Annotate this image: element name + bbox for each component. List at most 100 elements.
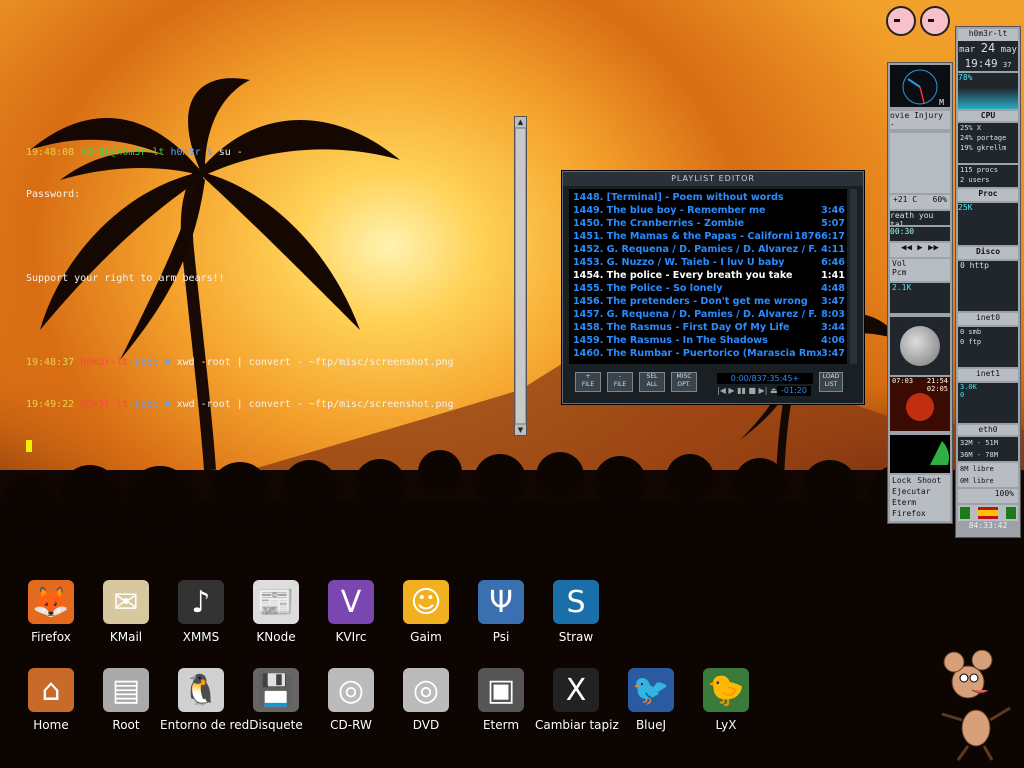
clock-dockapp[interactable]: M bbox=[890, 65, 950, 107]
desktop-icon-firefox[interactable]: 🦊 Firefox bbox=[10, 580, 92, 644]
playlist-item[interactable]: 1451. The Mamas & the Papas - Californi.… bbox=[573, 230, 847, 243]
launcher-menu-item[interactable]: Eterm bbox=[892, 498, 916, 507]
playlist-item-duration: 18766:17 bbox=[794, 231, 845, 242]
terminal-output[interactable]: 19:48:08 h0m3r@h0m3r-lt h0m3r $ su - Pas… bbox=[26, 118, 516, 452]
launcher-menu-item[interactable]: Firefox bbox=[892, 509, 926, 518]
playlist-scrollbar[interactable] bbox=[850, 189, 857, 364]
playlist-item[interactable]: 1452. G. Requena / D. Pamies / D. Alvare… bbox=[573, 243, 847, 256]
desktop-icon-root[interactable]: ▤ Root bbox=[85, 668, 167, 732]
desktop-icon-home[interactable]: ⌂ Home bbox=[10, 668, 92, 732]
desktop-icon-cd-rw[interactable]: ◎ CD-RW bbox=[310, 668, 392, 732]
playlist-item[interactable]: 1458. The Rasmus - First Day Of My Life 3… bbox=[573, 321, 847, 334]
playlist-item-duration: 4:48 bbox=[821, 283, 845, 294]
inet0-label: inet0 bbox=[958, 313, 1018, 325]
playlist-mini-controls[interactable]: |◀ ▶ ▮▮ ■ ▶| ⏏ bbox=[717, 386, 777, 395]
launcher-menu-item[interactable]: Ejecutar bbox=[892, 487, 931, 496]
proc-value: 25K bbox=[958, 203, 973, 212]
desktop-icon-dvd[interactable]: ◎ DVD bbox=[385, 668, 467, 732]
playlist-item-duration: 3:46 bbox=[821, 205, 845, 216]
xmms-icon: ♪ bbox=[178, 580, 224, 624]
desktop-icon-xmms[interactable]: ♪ XMMS bbox=[160, 580, 242, 644]
free-space: 8M libre 0M libre bbox=[958, 463, 1018, 487]
playlist-item[interactable]: 1459. The Rasmus - In The Shadows 4:06 bbox=[573, 334, 847, 347]
load-list-button[interactable]: LOAD LIST bbox=[819, 372, 843, 392]
pie-dockapp bbox=[890, 435, 950, 473]
playlist-item[interactable]: 1460. The Rumbar - Puertorico (Marascia … bbox=[573, 347, 847, 360]
scroll-down-arrow-icon[interactable]: ▼ bbox=[515, 425, 526, 435]
scrollbar-thumb[interactable] bbox=[516, 129, 525, 423]
desktop-icon-disquete[interactable]: 💾 Disquete bbox=[235, 668, 317, 732]
cambiar-tapiz-icon: X bbox=[553, 668, 599, 712]
desktop-icon-entorno-de-red[interactable]: 🐧 Entorno de red bbox=[160, 668, 250, 732]
playlist-button[interactable]: SEL ALL bbox=[639, 372, 665, 392]
net-rate: 2.1K bbox=[892, 283, 912, 292]
inet0-line: 0 smb bbox=[960, 328, 982, 336]
playlist-item[interactable]: 1450. The Cranberries - Zombie 5:07 bbox=[573, 217, 847, 230]
launcher-menu-item[interactable]: Shoot bbox=[917, 476, 941, 485]
playlist-buttons: + FILE - FILE SEL ALL MISC OPT. bbox=[575, 372, 697, 392]
inet0-line: 0 ftp bbox=[960, 338, 982, 346]
eye-icon bbox=[920, 6, 950, 36]
desktop-icon-psi[interactable]: Ψ Psi bbox=[460, 580, 542, 644]
playlist-item[interactable]: 1456. The pretenders - Don't get me wron… bbox=[573, 295, 847, 308]
playlist-item[interactable]: 1449. The blue boy - Remember me 3:46 bbox=[573, 204, 847, 217]
status-indicator-icon[interactable] bbox=[1006, 507, 1016, 519]
desktop-icon-label: KVIrc bbox=[335, 630, 367, 644]
desktop-icon-kmail[interactable]: ✉ KMail bbox=[85, 580, 167, 644]
playlist-item-duration: 6:46 bbox=[821, 257, 845, 268]
desktop-icon-kvirc[interactable]: V KVIrc bbox=[310, 580, 392, 644]
desktop-icon-label: Entorno de red bbox=[160, 718, 250, 732]
mouse-mascot-icon bbox=[941, 650, 1011, 761]
terminal-line: Support your right to arm bears!! bbox=[26, 273, 225, 284]
desktop-icon-eterm[interactable]: ▣ Eterm bbox=[460, 668, 542, 732]
cpu-process-line: 19% gkrellm bbox=[960, 144, 1007, 152]
playlist-title[interactable]: PLAYLIST EDITOR bbox=[563, 172, 863, 186]
playlist-item[interactable]: 1453. G. Nuzzo / W. Taieb - I luv U baby… bbox=[573, 256, 847, 269]
eye-icon bbox=[886, 6, 916, 36]
spanish-flag-icon[interactable] bbox=[978, 507, 998, 519]
playlist-item-title: 1449. The blue boy - Remember me bbox=[573, 205, 766, 216]
moon-phase-dockapp bbox=[890, 317, 950, 375]
player-dockapp[interactable] bbox=[890, 133, 950, 193]
playlist-button[interactable]: + FILE bbox=[575, 372, 601, 392]
dvd-icon: ◎ bbox=[403, 668, 449, 712]
desktop-icon-cambiar-tapiz[interactable]: X Cambiar tapiz bbox=[535, 668, 619, 732]
playlist-button[interactable]: MISC OPT. bbox=[671, 372, 697, 392]
hostname: h0m3r-lt bbox=[958, 29, 1018, 41]
desktop-icon-knode[interactable]: 📰 KNode bbox=[235, 580, 317, 644]
playlist-item-duration: 4:11 bbox=[821, 244, 845, 255]
elapsed-time: 00:30 bbox=[890, 227, 950, 241]
playlist-item[interactable]: 1457. G. Requena / D. Pamies / D. Alvare… bbox=[573, 308, 847, 321]
desktop-icon-bluej[interactable]: 🐦 BlueJ bbox=[610, 668, 692, 732]
desktop-icon-label: XMMS bbox=[182, 630, 220, 644]
player-controls[interactable]: ◀◀ ▶ ▶▶ bbox=[890, 243, 950, 257]
user-count: 2 users bbox=[960, 176, 990, 184]
playlist-list[interactable]: 1448. [Terminal] - Poem without words 144… bbox=[569, 189, 847, 364]
inet0-graph: 0 smb 0 ftp bbox=[958, 327, 1018, 367]
desktop-icon-gaim[interactable]: ☺ Gaim bbox=[385, 580, 467, 644]
playlist-remaining: -01:20 bbox=[777, 386, 811, 396]
playlist-button[interactable]: - FILE bbox=[607, 372, 633, 392]
disk-graph: 0 http bbox=[958, 261, 1018, 311]
launcher-menu[interactable]: Lock Shoot Ejecutar Eterm Firefox bbox=[890, 475, 950, 521]
desktop-icon-straw[interactable]: S Straw bbox=[535, 580, 617, 644]
desktop-icon-label: DVD bbox=[412, 718, 440, 732]
terminal-scrollbar[interactable]: ▲ ▼ bbox=[514, 116, 527, 436]
scroll-up-arrow-icon[interactable]: ▲ bbox=[515, 117, 526, 127]
playlist-item[interactable]: 1448. [Terminal] - Poem without words bbox=[573, 191, 847, 204]
launcher-menu-item[interactable]: Lock bbox=[892, 476, 911, 485]
terminal-line: 19:48:37 h0m3r-lt root # xwd -root | con… bbox=[26, 357, 454, 368]
volume-label: Vol bbox=[892, 259, 907, 268]
inet1-label: inet1 bbox=[958, 369, 1018, 381]
mixer-dockapp[interactable]: Vol Pcm bbox=[890, 259, 950, 281]
playlist-item[interactable]: 1454. The police - Every breath you take… bbox=[573, 269, 847, 282]
playlist-item-title: 1453. G. Nuzzo / W. Taieb - I luv U baby bbox=[573, 257, 785, 268]
desktop-icon-lyx[interactable]: 🐤 LyX bbox=[685, 668, 767, 732]
home-icon: ⌂ bbox=[28, 668, 74, 712]
keyboard-indicator-icon[interactable] bbox=[960, 507, 970, 519]
bluej-icon: 🐦 bbox=[628, 668, 674, 712]
playlist-item[interactable]: 1455. The Police - So lonely 4:48 bbox=[573, 282, 847, 295]
kmail-icon: ✉ bbox=[103, 580, 149, 624]
indicator-row[interactable] bbox=[958, 505, 1018, 521]
clock-label: M bbox=[939, 98, 944, 107]
